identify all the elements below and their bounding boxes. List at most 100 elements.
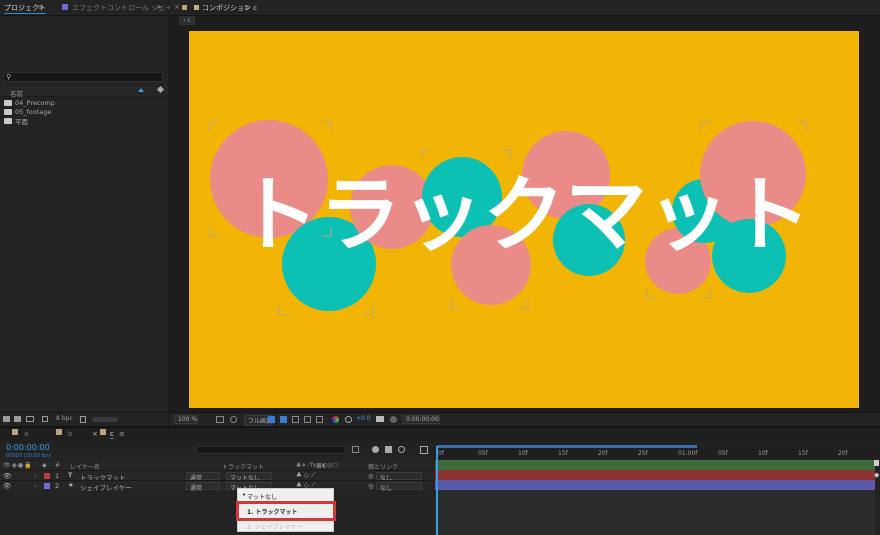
ruler-tick-label: 10f bbox=[518, 450, 528, 457]
blend-mode-dropdown[interactable]: 通常 bbox=[186, 472, 220, 482]
new-composition-icon[interactable] bbox=[26, 416, 34, 422]
timeline-current-time[interactable]: 0:00:00:00 bbox=[6, 443, 50, 452]
new-folder-icon[interactable] bbox=[14, 416, 21, 422]
region-of-interest-icon[interactable] bbox=[268, 416, 275, 423]
playhead[interactable] bbox=[436, 446, 438, 535]
breadcrumb-label: c bbox=[187, 17, 191, 24]
composition-canvas[interactable]: トラックマット bbox=[189, 31, 859, 408]
project-tab-bar: プロジェクト ≡ エフェクトコントロール シェイプ » bbox=[0, 0, 179, 16]
parent-dropdown[interactable]: なし bbox=[376, 482, 422, 492]
comp-b-icon bbox=[56, 429, 62, 435]
motion-blur-icon[interactable] bbox=[398, 446, 405, 453]
visibility-eye-icon[interactable]: 👁 bbox=[3, 482, 11, 490]
label-tag-icon[interactable] bbox=[156, 85, 165, 94]
layer-number-header: # bbox=[55, 462, 61, 469]
close-tab-icon[interactable]: × bbox=[92, 430, 98, 438]
shape-layer-star-icon: ★ bbox=[68, 481, 74, 489]
work-area-end-icon[interactable] bbox=[874, 460, 879, 466]
layer-column-header: 👁◉●🔒 ◆ # レイヤー名 トラックマット ♣✶⟋fx▩◐◎⬡ 親とリンク bbox=[0, 461, 434, 471]
ruler-tick-label: 10f bbox=[758, 450, 768, 457]
menu-item-shape-layer: 2. シェイプレイヤー bbox=[247, 524, 303, 531]
project-item-label: 平面 bbox=[15, 117, 28, 126]
visibility-eye-icon[interactable]: 👁 bbox=[3, 472, 11, 480]
composition-lock-icon[interactable] bbox=[182, 5, 187, 10]
layer-label-color[interactable] bbox=[44, 473, 50, 479]
layer-2-duration-bar[interactable] bbox=[435, 480, 875, 490]
work-area-track bbox=[435, 460, 875, 470]
time-ruler[interactable]: 0f 05f 10f 15f 20f 25f 01:00f 05f 10f 15f 20f bbox=[435, 444, 880, 459]
composition-tab-bar: × コンポジション c ≡ bbox=[170, 0, 880, 16]
timeline-frame-count: 00000 (30.00 fps) bbox=[6, 453, 51, 459]
bpc-label[interactable]: 8 bpc bbox=[56, 415, 73, 422]
parent-pickwhip-icon[interactable]: ◎ bbox=[368, 472, 374, 480]
highlight-box bbox=[236, 501, 336, 521]
layer-name[interactable]: シェイプレイヤー bbox=[80, 482, 132, 492]
comp-flowchart-icon[interactable] bbox=[352, 446, 359, 453]
graph-editor-icon[interactable] bbox=[420, 446, 428, 454]
transparency-grid-icon[interactable] bbox=[280, 416, 287, 423]
layer-switches[interactable]: ♣ ◇ ⟋ bbox=[296, 471, 316, 480]
snapshot-show-icon[interactable] bbox=[316, 416, 323, 423]
blend-mode-dropdown[interactable]: 通常 bbox=[186, 482, 220, 492]
folder-icon bbox=[4, 108, 12, 115]
timeline-tab-bar: a b × c ≡ bbox=[0, 428, 880, 442]
project-settings-icon[interactable] bbox=[42, 416, 48, 422]
name-column-label[interactable]: 名前 bbox=[10, 88, 23, 98]
interpret-footage-icon[interactable] bbox=[3, 416, 10, 422]
project-item[interactable]: 04_Precomp bbox=[4, 98, 55, 107]
ruler-tick-label: 25f bbox=[638, 450, 648, 457]
panel-overflow-icon[interactable]: » bbox=[157, 3, 161, 11]
channel-icon[interactable] bbox=[332, 416, 339, 423]
keyframe-icon[interactable]: ◆ bbox=[874, 471, 879, 479]
parent-dropdown[interactable]: なし bbox=[376, 472, 422, 482]
folder-icon bbox=[4, 117, 12, 124]
timeline-tab-a[interactable]: a bbox=[24, 430, 28, 438]
composition-icon bbox=[194, 5, 199, 10]
composition-tab-menu-icon[interactable]: ≡ bbox=[244, 3, 250, 11]
project-search-input[interactable]: ⚲ bbox=[3, 72, 163, 82]
label-tag-icon: ◆ bbox=[42, 462, 47, 469]
show-snapshot-icon[interactable] bbox=[390, 416, 397, 423]
3d-view-icon[interactable] bbox=[292, 416, 299, 423]
layer-number: 2 bbox=[55, 482, 60, 490]
menu-item-no-matte[interactable]: マットなし bbox=[238, 492, 335, 501]
effect-controls-tab[interactable]: エフェクトコントロール シェイプ bbox=[72, 3, 179, 13]
shy-layers-icon[interactable] bbox=[372, 446, 379, 453]
timeline-tab-c[interactable]: c bbox=[110, 430, 114, 439]
work-area-bar[interactable] bbox=[437, 445, 697, 448]
timeline-tab-menu-icon[interactable]: ≡ bbox=[119, 430, 125, 438]
empty-track-area bbox=[435, 490, 875, 535]
project-footer: 8 bpc bbox=[0, 412, 168, 426]
project-item-label: 05_footage bbox=[15, 107, 52, 116]
layer-label-color[interactable] bbox=[44, 483, 50, 489]
zoom-dropdown[interactable]: 100 % bbox=[174, 415, 199, 424]
current-time-field[interactable]: 0:00:00:00 bbox=[402, 415, 440, 424]
timeline-search-input[interactable] bbox=[196, 446, 346, 454]
track-matte-dropdown[interactable]: マットなし bbox=[226, 472, 272, 482]
timeline-tab-b[interactable]: b bbox=[68, 430, 72, 438]
view-layout-icon[interactable] bbox=[304, 416, 311, 423]
layer-1-duration-bar[interactable] bbox=[435, 470, 875, 480]
folder-icon bbox=[4, 99, 12, 106]
frame-blend-icon[interactable] bbox=[385, 446, 392, 453]
ruler-tick-label: 20f bbox=[838, 450, 848, 457]
sort-ascending-icon[interactable] bbox=[138, 88, 144, 92]
layer-row[interactable]: 👁 › 2 ★ シェイプレイヤー 通常 マットなし ♣ ◇ ⟋ ◎ なし bbox=[0, 480, 434, 492]
project-item[interactable]: 平面 bbox=[4, 116, 28, 126]
grid-icon[interactable] bbox=[216, 416, 224, 423]
exposure-reset-icon[interactable] bbox=[345, 416, 352, 423]
snapshot-camera-icon[interactable] bbox=[376, 416, 384, 422]
comp-c-icon bbox=[100, 429, 106, 435]
expand-triangle-icon[interactable]: › bbox=[34, 482, 37, 490]
trash-icon[interactable] bbox=[80, 416, 86, 423]
comp-breadcrumb[interactable]: ‹ c bbox=[179, 16, 195, 25]
expand-triangle-icon[interactable]: › bbox=[34, 472, 37, 480]
close-tab-icon[interactable]: × bbox=[174, 3, 180, 11]
project-tab-menu-icon[interactable]: ≡ bbox=[38, 3, 44, 11]
layer-row[interactable]: 👁 › 1 T トラックマット 通常 マットなし ♣ ◇ ⟋ ◎ なし bbox=[0, 470, 434, 482]
parent-pickwhip-icon[interactable]: ◎ bbox=[368, 482, 374, 490]
exposure-value[interactable]: +0.0 bbox=[356, 415, 371, 422]
ruler-tick-label: 05f bbox=[718, 450, 728, 457]
thumbnail-size-slider[interactable] bbox=[92, 417, 118, 422]
mask-toggle-icon[interactable] bbox=[230, 416, 237, 423]
